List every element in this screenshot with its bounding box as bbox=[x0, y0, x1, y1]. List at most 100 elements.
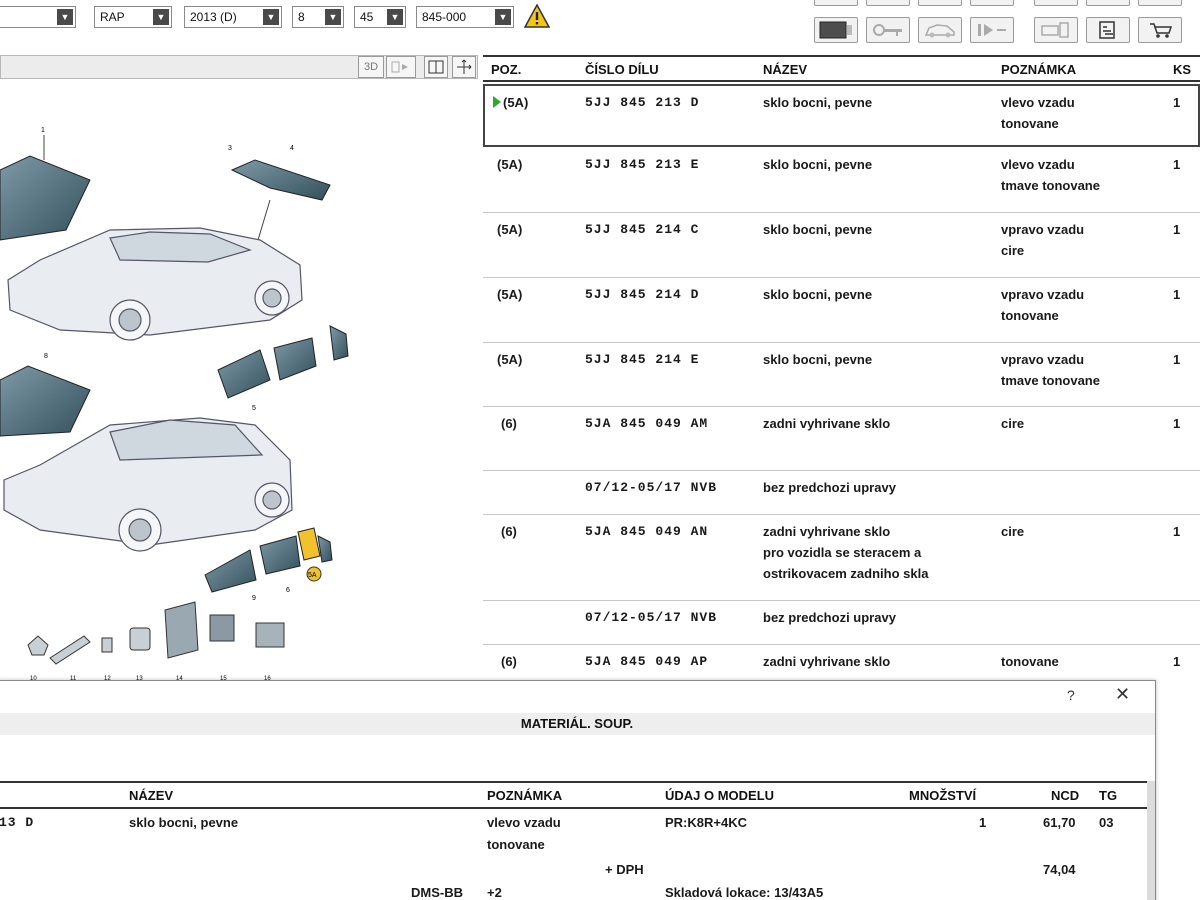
column-header-name[interactable]: NÁZEV bbox=[763, 62, 807, 77]
callout-5[interactable]: 5 bbox=[252, 405, 256, 412]
market-select-value: RAP bbox=[100, 10, 125, 24]
callout-5a[interactable]: 5A bbox=[308, 572, 317, 579]
hatch-side-glass-rear[interactable] bbox=[259, 535, 301, 575]
model-select[interactable]: ▼ bbox=[0, 6, 76, 28]
part-preview-icon bbox=[1041, 22, 1069, 38]
callout-4[interactable]: 4 bbox=[290, 145, 294, 152]
fit-view-button[interactable] bbox=[386, 56, 416, 78]
chevron-down-icon[interactable]: ▼ bbox=[325, 9, 341, 25]
illustration-select-value: 845-000 bbox=[422, 10, 467, 24]
chevron-down-icon[interactable]: ▼ bbox=[495, 9, 511, 25]
cart-button[interactable] bbox=[1138, 17, 1182, 43]
callout-3[interactable]: 3 bbox=[228, 145, 232, 152]
row-part-number: 07/12-05/17 NVB bbox=[585, 610, 718, 625]
table-row[interactable]: (5A) 5JJ 845 214 C sklo bocni, pevne vpr… bbox=[483, 213, 1200, 278]
market-select[interactable]: RAP ▼ bbox=[94, 6, 172, 28]
table-row[interactable]: 07/12-05/17 NVB bez predchozi upravy bbox=[483, 471, 1200, 515]
toolbar-button-b[interactable] bbox=[866, 0, 910, 6]
close-icon[interactable]: ✕ bbox=[1115, 684, 1130, 705]
chevron-down-icon[interactable]: ▼ bbox=[387, 9, 403, 25]
toolbar-button-d[interactable] bbox=[970, 0, 1014, 6]
row-part-number: 5JJ 845 213 E bbox=[585, 157, 700, 172]
dialog-part-number: 13 D bbox=[0, 815, 35, 830]
row-name: sklo bocni, pevne bbox=[763, 352, 873, 367]
main-group-select[interactable]: 8 ▼ bbox=[292, 6, 344, 28]
column-header-ncd[interactable]: NCD bbox=[1051, 788, 1079, 803]
rear-window-glass[interactable] bbox=[230, 159, 331, 201]
dialog-scrollbar[interactable] bbox=[1147, 781, 1155, 900]
table-row-selected[interactable]: (5A) 5JJ 845 213 D sklo bocni, pevne vle… bbox=[483, 84, 1200, 147]
rear-quarter-glass[interactable] bbox=[317, 535, 333, 563]
callout-9[interactable]: 9 bbox=[252, 595, 256, 602]
column-header-qty[interactable]: KS bbox=[1173, 62, 1191, 77]
vat-label: + DPH bbox=[605, 862, 644, 877]
year-select[interactable]: 2013 (D) ▼ bbox=[184, 6, 282, 28]
windscreen-glass[interactable] bbox=[0, 155, 91, 241]
chevron-down-icon[interactable]: ▼ bbox=[263, 9, 279, 25]
table-row[interactable]: 07/12-05/17 NVB bez predchozi upravy bbox=[483, 601, 1200, 645]
windscreen-glass-combi[interactable] bbox=[0, 365, 91, 437]
toolbar-button-a[interactable] bbox=[814, 0, 858, 6]
table-row[interactable]: (5A) 5JJ 845 214 D sklo bocni, pevne vpr… bbox=[483, 278, 1200, 343]
move-view-button[interactable] bbox=[452, 56, 476, 78]
table-row[interactable]: (6) 5JA 845 049 AP zadni vyhrivane sklo … bbox=[483, 645, 1200, 680]
chevron-down-icon[interactable]: ▼ bbox=[57, 9, 73, 25]
callout-1[interactable]: 1 bbox=[41, 127, 45, 134]
row-part-number: 5JA 845 049 AP bbox=[585, 654, 709, 669]
fit-view-icon bbox=[391, 61, 408, 73]
table-row[interactable]: (6) 5JA 845 049 AN zadni vyhrivane sklo … bbox=[483, 515, 1200, 601]
column-header-pos[interactable]: POZ. bbox=[491, 62, 521, 77]
side-glass-front[interactable] bbox=[217, 349, 271, 399]
key-button[interactable] bbox=[866, 17, 910, 43]
table-row[interactable]: (5A) 5JJ 845 213 E sklo bocni, pevne vle… bbox=[483, 148, 1200, 213]
toolbar-button-g[interactable] bbox=[1138, 0, 1182, 6]
illustration-select[interactable]: 845-000 ▼ bbox=[416, 6, 514, 28]
column-header-tg[interactable]: TG bbox=[1099, 788, 1117, 803]
column-header-quantity[interactable]: MNOŽSTVÍ bbox=[909, 788, 976, 803]
dialog-titlebar: ? ✕ bbox=[0, 681, 1155, 711]
row-qty: 1 bbox=[1173, 95, 1181, 110]
toolbar-button-e[interactable] bbox=[1034, 0, 1078, 6]
view-3d-button[interactable]: 3D bbox=[358, 56, 384, 78]
car-parts-button[interactable] bbox=[918, 17, 962, 43]
row-qty: 1 bbox=[1173, 157, 1181, 172]
parts-table: POZ. ČÍSLO DÍLU NÁZEV POZNÁMKA KS (5A) 5… bbox=[483, 55, 1200, 680]
column-header-note[interactable]: POZNÁMKA bbox=[1001, 62, 1076, 77]
column-header-name[interactable]: NÁZEV bbox=[129, 788, 173, 803]
dialog-ncd-price: 61,70 bbox=[1043, 815, 1076, 830]
callout-8[interactable]: 8 bbox=[44, 353, 48, 360]
toolbar-button-c[interactable] bbox=[918, 0, 962, 6]
quarter-glass[interactable] bbox=[329, 325, 349, 361]
dialog-quantity: 1 bbox=[979, 815, 987, 830]
column-header-model[interactable]: ÚDAJ O MODELU bbox=[665, 788, 774, 803]
play-arrow-icon bbox=[493, 96, 501, 108]
chevron-down-icon[interactable]: ▼ bbox=[153, 9, 169, 25]
row-part-number: 07/12-05/17 NVB bbox=[585, 480, 718, 495]
part-preview-button[interactable] bbox=[1034, 17, 1078, 43]
toolbar-button-f[interactable] bbox=[1086, 0, 1130, 6]
sub-group-select[interactable]: 45 ▼ bbox=[354, 6, 406, 28]
warning-triangle-icon[interactable] bbox=[524, 4, 550, 28]
row-note: cire bbox=[1001, 416, 1025, 431]
help-button[interactable]: ? bbox=[1067, 687, 1075, 703]
table-row[interactable]: (5A) 5JJ 845 214 E sklo bocni, pevne vpr… bbox=[483, 343, 1200, 407]
image-view-button[interactable] bbox=[814, 17, 858, 43]
row-pos: (6) bbox=[501, 524, 517, 539]
highlighted-quarter-glass[interactable] bbox=[297, 527, 321, 561]
column-header-note[interactable]: POZNÁMKA bbox=[487, 788, 562, 803]
callout-6[interactable]: 6 bbox=[286, 587, 290, 594]
top-toolbar: ▼ RAP ▼ 2013 (D) ▼ 8 ▼ 45 ▼ 845-000 ▼ bbox=[0, 0, 1200, 50]
exploded-view-illustration[interactable]: 1 3 4 5 8 5A 6 9 10 11 12 13 14 15 16 bbox=[0, 80, 480, 680]
column-header-part-number[interactable]: ČÍSLO DÍLU bbox=[585, 62, 659, 77]
storage-location: Skladová lokace: 13/43A5 bbox=[665, 885, 824, 900]
vat-price: 74,04 bbox=[1043, 862, 1076, 877]
catalog-button[interactable] bbox=[1086, 17, 1130, 43]
play-step-button[interactable] bbox=[970, 17, 1014, 43]
hatch-side-glass-front[interactable] bbox=[204, 549, 257, 593]
dialog-part-name: sklo bocni, pevne bbox=[129, 815, 239, 830]
split-view-button[interactable] bbox=[424, 56, 448, 78]
table-row[interactable]: (6) 5JA 845 049 AM zadni vyhrivane sklo … bbox=[483, 407, 1200, 471]
material-dialog: ? ✕ MATERIÁL. SOUP. NÁZEV POZNÁMKA ÚDAJ … bbox=[0, 680, 1156, 900]
row-name: sklo bocni, pevne bbox=[763, 95, 873, 110]
side-glass-rear[interactable] bbox=[273, 337, 317, 381]
